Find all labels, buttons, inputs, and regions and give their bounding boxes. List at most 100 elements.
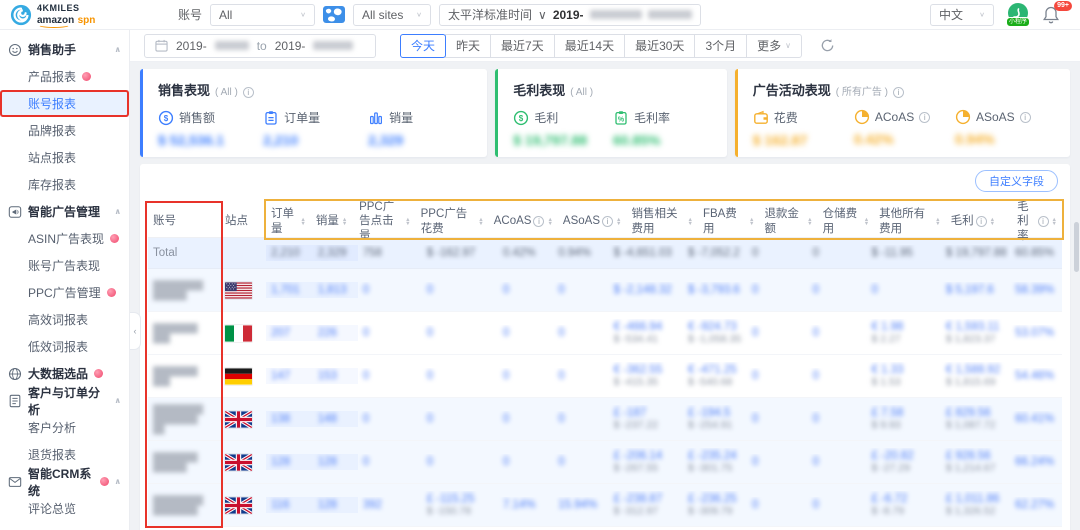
cell-value[interactable]: 0 (427, 413, 493, 425)
sidebar-item-brand-report[interactable]: 品牌报表 (0, 117, 129, 144)
cell-value[interactable]: 0 (752, 370, 803, 382)
column-header-9[interactable]: 销售相关费用▲▼ (626, 205, 697, 238)
cell-value[interactable]: 0 (503, 413, 548, 425)
cell-value[interactable]: 0 (813, 456, 862, 468)
cell-value[interactable]: 66.24% (1015, 456, 1057, 468)
sort-icon[interactable]: ▲▼ (687, 218, 692, 226)
cell-value[interactable]: 0 (813, 370, 862, 382)
cell-value[interactable]: £ -6.72 (871, 493, 935, 505)
cell-value[interactable]: 1,813 (318, 284, 353, 296)
sidebar-item-ppc-ad-manage[interactable]: PPC广告管理 (0, 279, 129, 306)
column-header-5[interactable]: PPC广告点击量▲▼ (354, 198, 416, 245)
cell-value[interactable]: 207 (271, 327, 308, 339)
language-select[interactable]: 中文∨ (930, 4, 994, 26)
date-range-input[interactable]: 2019- to 2019- (144, 34, 376, 58)
cell-value[interactable]: £ -236.25 (688, 493, 742, 505)
column-header-8[interactable]: ASoASi▲▼ (558, 212, 627, 230)
cell-value[interactable]: 0 (752, 413, 803, 425)
cell-value[interactable]: 0 (363, 284, 417, 296)
cell-value[interactable]: € 1.98 (871, 321, 935, 333)
cell-value[interactable]: 116 (271, 499, 308, 511)
cell-value[interactable]: 15.94% (558, 499, 603, 511)
cell-value[interactable]: 147 (271, 370, 308, 382)
cell-value[interactable]: $ -2,148.32 (614, 284, 678, 296)
cell-value[interactable]: 153 (318, 370, 353, 382)
column-header-13[interactable]: 其他所有费用▲▼ (874, 205, 945, 238)
cell-value[interactable]: € -362.55 (614, 364, 678, 376)
cell-value[interactable]: 0 (813, 413, 862, 425)
cell-value[interactable]: 0 (871, 284, 935, 296)
sort-icon[interactable]: ▲▼ (990, 218, 995, 226)
cell-value[interactable]: 58.39% (1015, 284, 1057, 296)
column-header-7[interactable]: ACoASi▲▼ (489, 212, 558, 230)
cell-value[interactable]: $ -3,793.6 (688, 284, 742, 296)
info-icon[interactable]: i (243, 87, 254, 98)
cell-value[interactable]: 0 (363, 327, 417, 339)
sort-icon[interactable]: ▲▼ (405, 218, 410, 226)
sort-icon[interactable]: ▲▼ (935, 218, 940, 226)
cell-value[interactable]: £ -194.5 (688, 407, 742, 419)
cell-value[interactable]: 0 (752, 456, 803, 468)
sidebar-item-inventory-report[interactable]: 库存报表 (0, 171, 129, 198)
cell-value[interactable]: 53.07% (1015, 327, 1057, 339)
cell-value[interactable]: 0 (813, 499, 862, 511)
cell-value[interactable]: £ -235.24 (688, 450, 742, 462)
sort-icon[interactable]: ▲▼ (1052, 218, 1057, 226)
sidebar-item-review-overview[interactable]: 评论总览 (0, 495, 129, 522)
cell-value[interactable]: 0 (558, 413, 603, 425)
cell-value[interactable]: 0 (427, 327, 493, 339)
cell-value[interactable]: € 1,593.11 (946, 321, 1005, 333)
column-header-15[interactable]: 毛利率i▲▼ (1012, 198, 1062, 245)
cell-value[interactable]: 0 (503, 456, 548, 468)
cell-value[interactable]: £ -187 (614, 407, 678, 419)
vertical-scrollbar-thumb[interactable] (1074, 222, 1079, 272)
sidebar-collapse-handle[interactable]: ‹ (130, 312, 141, 350)
cell-value[interactable]: 0 (813, 327, 862, 339)
sort-icon[interactable]: ▲▼ (300, 218, 305, 226)
cell-value[interactable]: 128 (271, 456, 308, 468)
sidebar-item-product-report[interactable]: 产品报表 (0, 63, 129, 90)
info-icon[interactable]: i (602, 216, 613, 227)
sidebar-item-sales-assistant[interactable]: 销售助手∧ (0, 36, 129, 63)
cell-value[interactable]: € -471.25 (688, 364, 742, 376)
range-button-5[interactable]: 最近30天 (624, 34, 695, 58)
cell-value[interactable]: 1,701 (271, 284, 308, 296)
cell-value[interactable]: 0 (752, 284, 803, 296)
cell-value[interactable]: 0 (503, 370, 548, 382)
cell-value[interactable]: £ -238.87 (614, 493, 678, 505)
sidebar-item-customer-analysis[interactable]: 客户分析 (0, 414, 129, 441)
cell-value[interactable]: 0 (558, 370, 603, 382)
sidebar-item-asin-ad-performance[interactable]: ASIN广告表现 (0, 225, 129, 252)
cell-value[interactable]: € -466.94 (614, 321, 678, 333)
cell-value[interactable]: 0 (503, 284, 548, 296)
cell-value[interactable]: 62.27% (1015, 499, 1057, 511)
range-button-1[interactable]: 今天 (400, 34, 446, 58)
cell-value[interactable]: 0 (427, 370, 493, 382)
sort-icon[interactable]: ▲▼ (749, 218, 754, 226)
column-header-6[interactable]: PPC广告花费▲▼ (416, 205, 489, 238)
info-icon[interactable]: i (976, 216, 987, 227)
sort-icon[interactable]: ▲▼ (807, 218, 812, 226)
cell-value[interactable]: 128 (318, 499, 353, 511)
cell-value[interactable]: 0 (558, 456, 603, 468)
world-map-icon[interactable] (323, 6, 345, 23)
cell-value[interactable]: 0 (363, 413, 417, 425)
range-button-2[interactable]: 昨天 (445, 34, 491, 58)
cell-value[interactable]: 0 (813, 284, 862, 296)
range-button-7[interactable]: 更多∨ (746, 34, 802, 58)
range-button-3[interactable]: 最近7天 (490, 34, 555, 58)
sidebar-item-account-ad-performance[interactable]: 账号广告表现 (0, 252, 129, 279)
cell-value[interactable]: 54.46% (1015, 370, 1057, 382)
cell-value[interactable]: 7.14% (503, 499, 548, 511)
sidebar-item-high-eff-word-report[interactable]: 高效词报表 (0, 306, 129, 333)
cell-value[interactable]: € -924.73 (688, 321, 742, 333)
cell-value[interactable]: 138 (271, 413, 308, 425)
info-icon[interactable]: i (919, 112, 930, 123)
column-header-12[interactable]: 仓储费用▲▼ (818, 205, 875, 238)
cell-value[interactable]: £ 829.56 (946, 407, 1005, 419)
cell-value[interactable]: 128 (318, 456, 353, 468)
refresh-button[interactable] (820, 38, 835, 53)
sort-icon[interactable]: ▲▼ (864, 218, 869, 226)
sidebar-item-smart-crm[interactable]: 智能CRM系统∧ (0, 468, 129, 495)
account-select[interactable]: All∨ (210, 4, 315, 26)
